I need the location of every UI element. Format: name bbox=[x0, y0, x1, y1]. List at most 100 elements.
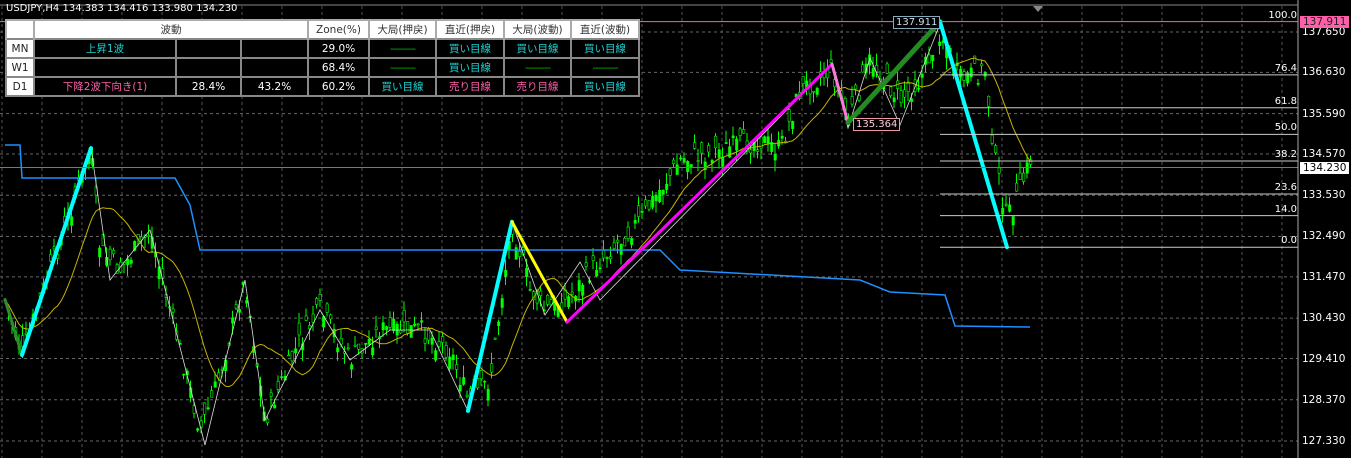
candle-body bbox=[871, 68, 875, 77]
candle-body bbox=[1022, 172, 1026, 182]
candle-body bbox=[959, 69, 963, 78]
header-recent-pull: 直近(押戻) bbox=[435, 19, 505, 40]
zone: 29.0% bbox=[307, 38, 370, 59]
table-row-mn: MN 上昇1波 29.0% --------- 買い目線 買い目線 買い目線 bbox=[5, 38, 640, 59]
candle-body bbox=[815, 88, 819, 95]
candle-body bbox=[1015, 182, 1019, 192]
candle-body bbox=[518, 251, 522, 257]
candle-body bbox=[931, 54, 935, 62]
candle-body bbox=[612, 242, 616, 249]
candle-body bbox=[791, 121, 795, 129]
recent-wave: 買い目線 bbox=[570, 76, 640, 97]
candle-body bbox=[829, 59, 833, 63]
candle-body bbox=[763, 136, 767, 144]
candle-body bbox=[392, 318, 396, 331]
candle-body bbox=[504, 270, 508, 277]
major-pull: 買い目線 bbox=[368, 76, 437, 97]
candle-body bbox=[812, 90, 816, 93]
fibonacci-level-label: 76.4 bbox=[1274, 62, 1297, 74]
recent-pull: 買い目線 bbox=[435, 57, 505, 78]
candle-body bbox=[147, 235, 151, 237]
price-tick-label: 132.490 bbox=[1302, 230, 1346, 243]
fibonacci-level-label: 14.0 bbox=[1274, 203, 1297, 215]
value-1 bbox=[175, 57, 242, 78]
signal-table: 波動 Zone(%) 大局(押戻) 直近(押戻) 大局(波動) 直近(波動) M… bbox=[5, 19, 640, 97]
value-2 bbox=[240, 38, 309, 59]
wave-status: 下降2波下向き(1) bbox=[33, 76, 177, 97]
candle-body bbox=[997, 167, 1001, 174]
value-2 bbox=[240, 57, 309, 78]
candle-body bbox=[171, 308, 175, 313]
candle-body bbox=[276, 380, 280, 390]
candle-body bbox=[731, 135, 735, 139]
candle-body bbox=[644, 199, 648, 207]
header-zone: Zone(%) bbox=[307, 19, 370, 40]
candle-body bbox=[325, 303, 329, 313]
candle-body bbox=[364, 342, 368, 345]
candle-body bbox=[633, 220, 637, 224]
price-tick-label: 130.430 bbox=[1302, 312, 1346, 325]
major-pull: --------- bbox=[368, 57, 437, 78]
candle-body bbox=[938, 41, 942, 46]
fibonacci-level-label: 61.8 bbox=[1274, 95, 1297, 107]
candle-body bbox=[903, 89, 907, 98]
wave-status: 上昇1波 bbox=[33, 38, 177, 59]
candle-body bbox=[196, 428, 200, 431]
candle-body bbox=[444, 344, 448, 358]
candle-body bbox=[584, 262, 588, 267]
candle-body bbox=[654, 195, 658, 202]
candle-body bbox=[413, 323, 417, 326]
candle-body bbox=[749, 149, 753, 154]
candle-body bbox=[990, 134, 994, 144]
candle-body bbox=[245, 300, 249, 304]
candle-body bbox=[458, 384, 462, 392]
candle-body bbox=[672, 159, 676, 164]
candle-body bbox=[210, 390, 214, 398]
candle-body bbox=[801, 76, 805, 84]
value-2: 43.2% bbox=[240, 76, 309, 97]
fibonacci-level-label: 50.0 bbox=[1274, 122, 1297, 134]
candle-body bbox=[570, 291, 574, 295]
candle-body bbox=[528, 289, 532, 291]
candle-body bbox=[441, 336, 445, 343]
candle-body bbox=[983, 72, 987, 77]
candle-body bbox=[437, 341, 441, 347]
candle-body bbox=[490, 363, 494, 373]
candle-body bbox=[987, 95, 991, 107]
candle-body bbox=[651, 195, 655, 208]
candle-body bbox=[637, 205, 641, 217]
candle-body bbox=[350, 364, 354, 370]
candle-body bbox=[721, 156, 725, 167]
candle-body bbox=[962, 71, 966, 81]
candle-body bbox=[973, 55, 977, 64]
candle-body bbox=[497, 321, 501, 326]
price-tick-label: 131.470 bbox=[1302, 270, 1346, 283]
candle-body bbox=[892, 97, 896, 103]
zigzag-low-label: 135.364 bbox=[853, 118, 901, 131]
candle-body bbox=[661, 189, 665, 195]
candle-body bbox=[780, 135, 784, 139]
candle-body bbox=[367, 339, 371, 345]
candle-body bbox=[112, 250, 116, 255]
candle-body bbox=[693, 142, 697, 149]
value-1: 28.4% bbox=[175, 76, 242, 97]
candle-body bbox=[577, 280, 581, 292]
candle-body bbox=[605, 257, 609, 259]
candle-body bbox=[385, 326, 389, 331]
candle-body bbox=[546, 294, 550, 305]
candle-body bbox=[455, 364, 459, 370]
candle-body bbox=[707, 145, 711, 153]
candle-body bbox=[885, 63, 889, 74]
candle-body bbox=[357, 343, 361, 350]
recent-pull: 売り目線 bbox=[435, 76, 505, 97]
current-price-tag: 134.230 bbox=[1300, 161, 1350, 174]
candle-body bbox=[269, 392, 273, 397]
candle-body bbox=[353, 344, 357, 347]
candle-body bbox=[70, 216, 74, 226]
candle-body bbox=[920, 73, 924, 78]
candle-body bbox=[129, 259, 133, 264]
candle-body bbox=[525, 268, 529, 277]
candle-body bbox=[213, 381, 217, 388]
candle-body bbox=[602, 250, 606, 259]
timeframe: MN bbox=[5, 38, 35, 59]
